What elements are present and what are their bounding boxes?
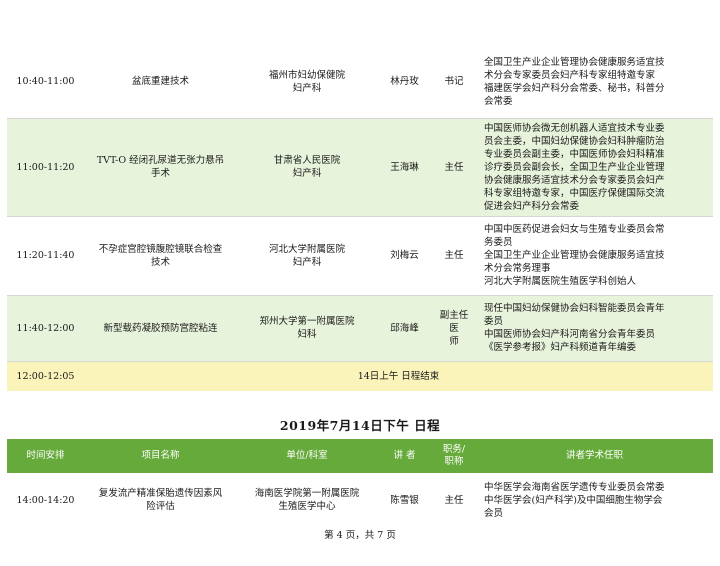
header-speaker: 讲 者 (377, 439, 432, 473)
header-position-line: 职称 (444, 456, 464, 467)
header-time: 时间安排 (7, 439, 84, 473)
bio-line: 促进会妇产科分会常委 (484, 200, 580, 212)
bio-line: 中国医师协会妇产科河南省分会青年委员 (484, 329, 656, 340)
bio-cell: 中华医学会海南省医学遗传专业委员会常委 中华医学会(妇产科学)及中国细胞生物学会… (476, 473, 713, 527)
header-unit: 单位/科室 (237, 439, 377, 473)
bio-line: 专业委员会副主委，中国医师协会妇科精准 (484, 148, 665, 160)
time-cell: 12:00-12:05 (7, 361, 84, 391)
unit-cell: 河北大学附属医院 妇产科 (237, 216, 377, 296)
topic-cell: TVT-O 经闭孔尿道无张力悬吊 手术 (84, 118, 237, 217)
unit-line: 妇产科 (292, 256, 322, 268)
unit-cell: 海南医学院第一附属医院 生殖医学中心 (237, 473, 377, 527)
topic-cell: 盆底重建技术 (84, 46, 237, 119)
bio-line: 务委员 (484, 237, 513, 248)
bio-cell: 中国医师协会微无创机器人适宜技术专业委 员会主委，中国妇幼保健协会妇科肿瘤防治 … (476, 118, 713, 217)
time-cell: 11:00-11:20 (7, 118, 84, 217)
unit-line: 妇产科 (292, 168, 322, 179)
topic-line: 不孕症宫腔镜腹腔镜联合检查 (98, 243, 223, 255)
time-cell: 10:40-11:00 (7, 46, 84, 119)
bio-line: 会常委 (484, 95, 513, 107)
unit-line: 生殖医学中心 (278, 501, 336, 512)
unit-cell: 福州市妇幼保健院 妇产科 (237, 46, 377, 119)
topic-line: 手术 (150, 168, 170, 179)
time-cell: 11:40-12:00 (7, 295, 84, 362)
speaker-name-cell: 刘梅云 (377, 216, 432, 296)
position-cell: 主任 (432, 118, 476, 217)
unit-line: 海南医学院第一附属医院 (254, 488, 360, 499)
afternoon-title: 2019年7月14日下午 日程 (279, 418, 441, 433)
time-cell: 11:20-11:40 (7, 216, 84, 296)
bio-line: 全国卫生产业企业管理协会健康服务适宜技 (484, 250, 665, 261)
bio-line: 诊疗委员会副会长，全国卫生产业企业管理 (484, 161, 665, 173)
bio-line: 全国卫生产业企业管理协会健康服务适宜技 (484, 56, 665, 68)
position-cell: 书记 (432, 46, 476, 119)
time-cell: 14:00-14:20 (16, 494, 75, 506)
bio-line: 术分会专家委员会妇产科专家组特邀专家 (484, 69, 656, 81)
bio-line: 中华医学会海南省医学遗传专业委员会常委 (484, 481, 665, 493)
bio-line: 术分会常务理事 (484, 263, 551, 274)
speaker-name-cell: 林丹玫 (377, 46, 432, 119)
header-bio: 讲者学术任职 (476, 439, 713, 473)
morning-schedule-table: 10:40-11:00 盆底重建技术 福州市妇幼保健院 妇产科 林丹玫 书记 全国… (7, 46, 713, 391)
unit-line: 河北大学附属医院 (268, 243, 345, 255)
speaker-name-cell: 邱海峰 (377, 295, 432, 362)
topic-line: 技术 (150, 256, 170, 268)
header-topic: 项目名称 (84, 439, 237, 473)
bio-line: 《医学参考报》妇产科频道青年编委 (484, 342, 637, 353)
bio-line: 委员 (484, 316, 504, 327)
table-row: 14:00-14:20 复发流产精准保胎遗传因素风 险评估 海南医学院第一附属医院… (7, 473, 713, 527)
bio-cell: 现任中国妇幼保健协会妇科智能委员会青年 委员 中国医师协会妇产科河南省分会青年委… (476, 295, 713, 362)
table-row: 11:00-11:20 TVT-O 经闭孔尿道无张力悬吊 手术 甘肃省人民医院 妇产… (7, 118, 713, 217)
unit-cell: 郑州大学第一附属医院 妇科 (237, 295, 377, 362)
bio-line: 中华医学会(妇产科学)及中国细胞生物学会 (484, 494, 663, 506)
bio-line: 协会健康服务适宜技术分会专家委员会妇产 (484, 174, 665, 186)
topic-cell: 不孕症宫腔镜腹腔镜联合检查 技术 (84, 216, 237, 296)
speaker-name-cell: 王海琳 (377, 118, 432, 217)
session-end-text: 14日上午 日程结束 (84, 361, 713, 391)
session-end-row: 12:00-12:05 14日上午 日程结束 (7, 361, 713, 391)
position-line: 师 (449, 335, 459, 347)
topic-line: 险评估 (146, 501, 175, 512)
bio-line: 河北大学附属医院生殖医学科创始人 (484, 276, 637, 287)
position-cell: 副主任医师 (432, 295, 476, 362)
position-line: 副主任医 (439, 309, 469, 334)
topic-cell: 新型载药凝胶预防宫腔粘连 (84, 295, 237, 362)
bio-line: 福建医学会妇产科分会常委、秘书，科普分 (484, 82, 665, 94)
bio-line: 科专家组特邀专家，中国医疗保健国际交流 (484, 187, 665, 199)
unit-line: 妇科 (297, 329, 317, 340)
table-row: 11:20-11:40 不孕症宫腔镜腹腔镜联合检查 技术 河北大学附属医院 妇产科 … (7, 216, 713, 296)
bio-cell: 中国中医药促进会妇女与生殖专业委员会常 务委员 全国卫生产业企业管理协会健康服务… (476, 216, 713, 296)
table-header: 时间安排 项目名称 单位/科室 讲 者 职务/职称 讲者学术任职 (7, 439, 713, 473)
table-row: 10:40-11:00 盆底重建技术 福州市妇幼保健院 妇产科 林丹玫 书记 全国… (7, 46, 713, 119)
bio-line: 现任中国妇幼保健协会妇科智能委员会青年 (484, 303, 665, 314)
header-position: 职务/职称 (432, 439, 476, 473)
unit-line: 妇产科 (292, 82, 322, 94)
topic-line: TVT-O 经闭孔尿道无张力悬吊 (96, 155, 225, 166)
topic-line: 复发流产精准保胎遗传因素风 (98, 488, 223, 499)
unit-line: 甘肃省人民医院 (273, 155, 341, 166)
bio-line: 员会主委，中国妇幼保健协会妇科肿瘤防治 (484, 135, 665, 147)
unit-cell: 甘肃省人民医院 妇产科 (237, 118, 377, 217)
bio-line: 会员 (484, 507, 504, 519)
bio-cell: 全国卫生产业企业管理协会健康服务适宜技 术分会专家委员会妇产科专家组特邀专家 福… (476, 46, 713, 119)
table-row: 11:40-12:00 新型载药凝胶预防宫腔粘连 郑州大学第一附属医院 妇科 邱海… (7, 295, 713, 362)
header-position-line: 职务/ (442, 444, 466, 455)
bio-line: 中国中医药促进会妇女与生殖专业委员会常 (484, 224, 665, 235)
unit-line: 郑州大学第一附属医院 (259, 316, 355, 327)
topic-cell: 复发流产精准保胎遗传因素风 险评估 (84, 473, 237, 527)
afternoon-schedule-table: 时间安排 项目名称 单位/科室 讲 者 职务/职称 讲者学术任职 14:00-1… (7, 439, 713, 527)
position-cell: 主任 (444, 494, 464, 506)
speaker-name-cell: 陈雪银 (390, 494, 419, 506)
page-number: 第 4 页，共 7 页 (324, 530, 396, 541)
unit-line: 福州市妇幼保健院 (268, 69, 345, 81)
position-cell: 主任 (432, 216, 476, 296)
bio-line: 中国医师协会微无创机器人适宜技术专业委 (484, 122, 665, 134)
